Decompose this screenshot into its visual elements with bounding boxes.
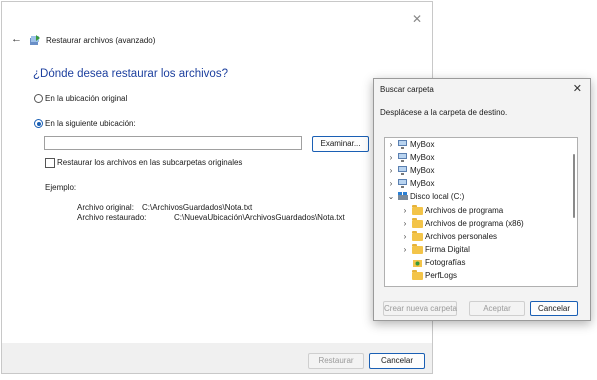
close-icon[interactable]: ✕ (412, 12, 422, 26)
chevron-down-icon[interactable]: ⌄ (387, 190, 395, 203)
cancel-button[interactable]: Cancelar (369, 353, 425, 369)
tree-item-label: Disco local (C:) (410, 192, 465, 201)
folder-icon (412, 244, 423, 254)
tree-item[interactable]: › Firma Digital (385, 243, 565, 256)
tree-item[interactable]: › Archivos de programa (385, 204, 565, 217)
backup-restore-icon (30, 35, 40, 45)
chevron-right-icon[interactable]: › (401, 204, 409, 217)
browse-button[interactable]: Examinar... (312, 136, 369, 152)
tree-item[interactable]: Fotografías (385, 256, 565, 269)
restored-file-path: C:\NuevaUbicación\ArchivosGuardados\Nota… (174, 213, 345, 222)
photos-folder-icon (413, 260, 422, 267)
dialog-instruction: Desplácese a la carpeta de destino. (380, 108, 508, 117)
folder-tree[interactable]: › MyBox › MyBox › MyBox › MyBox ⌄ Disco … (384, 137, 578, 287)
restored-file-label: Archivo restaurado: (77, 213, 147, 222)
folder-icon (412, 205, 423, 215)
wizard-content: ✕ ← Restaurar archivos (avanzado) ¿Dónde… (2, 2, 432, 343)
wizard-title: Restaurar archivos (avanzado) (46, 36, 156, 45)
tree-item-label: PerfLogs (425, 271, 458, 280)
tree-item-label: Firma Digital (425, 245, 470, 254)
subfolders-checkbox[interactable] (45, 158, 55, 168)
tree-item-label: MyBox (410, 179, 435, 188)
new-folder-button[interactable]: Crear nueva carpeta (383, 301, 457, 316)
tree-item-label: Fotografías (425, 258, 466, 267)
chevron-right-icon[interactable]: › (387, 138, 395, 151)
tree-scrollbar-thumb[interactable] (573, 154, 575, 218)
folder-icon (412, 270, 423, 280)
accept-button[interactable]: Aceptar (469, 301, 525, 316)
dialog-title: Buscar carpeta (380, 85, 434, 94)
tree-item[interactable]: › MyBox (385, 177, 565, 190)
tree-item[interactable]: › Archivos de programa (x86) (385, 217, 565, 230)
restore-wizard-window: ✕ ← Restaurar archivos (avanzado) ¿Dónde… (1, 1, 433, 374)
chevron-right-icon[interactable]: › (401, 217, 409, 230)
chevron-right-icon[interactable]: › (387, 164, 395, 177)
tree-item[interactable]: ⌄ Disco local (C:) (385, 190, 565, 203)
network-computer-icon (398, 179, 407, 188)
location-path-input[interactable] (44, 136, 302, 150)
tree-item[interactable]: › MyBox (385, 151, 565, 164)
dialog-cancel-button[interactable]: Cancelar (530, 301, 578, 316)
tree-item[interactable]: › MyBox (385, 164, 565, 177)
tree-item-label: MyBox (410, 153, 435, 162)
network-computer-icon (398, 153, 407, 162)
original-file-label: Archivo original: (77, 203, 134, 212)
dialog-close-icon[interactable]: ✕ (573, 82, 582, 95)
tree-item-label: MyBox (410, 140, 435, 149)
example-label: Ejemplo: (45, 183, 77, 192)
radio-custom-location[interactable] (34, 119, 43, 128)
subfolders-label: Restaurar los archivos en las subcarpeta… (57, 158, 243, 167)
tree-item[interactable]: › Archivos personales (385, 230, 565, 243)
drive-icon (398, 192, 408, 200)
folder-icon (412, 231, 423, 241)
chevron-right-icon[interactable]: › (401, 230, 409, 243)
radio-original-location[interactable] (34, 94, 43, 103)
tree-item[interactable]: PerfLogs (385, 269, 565, 282)
tree-item-label: Archivos personales (425, 232, 498, 241)
chevron-right-icon[interactable]: › (387, 151, 395, 164)
tree-item-label: Archivos de programa (425, 206, 504, 215)
tree-item-label: MyBox (410, 166, 435, 175)
original-file-path: C:\ArchivosGuardados\Nota.txt (142, 203, 253, 212)
network-computer-icon (398, 140, 407, 149)
folder-icon (412, 218, 423, 228)
chevron-right-icon[interactable]: › (387, 177, 395, 190)
radio-original-label: En la ubicación original (45, 94, 128, 103)
tree-item[interactable]: › MyBox (385, 138, 565, 151)
restore-button[interactable]: Restaurar (308, 353, 364, 369)
back-arrow-icon[interactable]: ← (11, 33, 22, 45)
tree-item-label: Archivos de programa (x86) (425, 219, 524, 228)
radio-custom-label: En la siguiente ubicación: (45, 119, 136, 128)
chevron-right-icon[interactable]: › (401, 243, 409, 256)
network-computer-icon (398, 166, 407, 175)
browse-folder-dialog: Buscar carpeta ✕ Desplácese a la carpeta… (373, 78, 591, 321)
page-heading: ¿Dónde desea restaurar los archivos? (33, 68, 228, 80)
